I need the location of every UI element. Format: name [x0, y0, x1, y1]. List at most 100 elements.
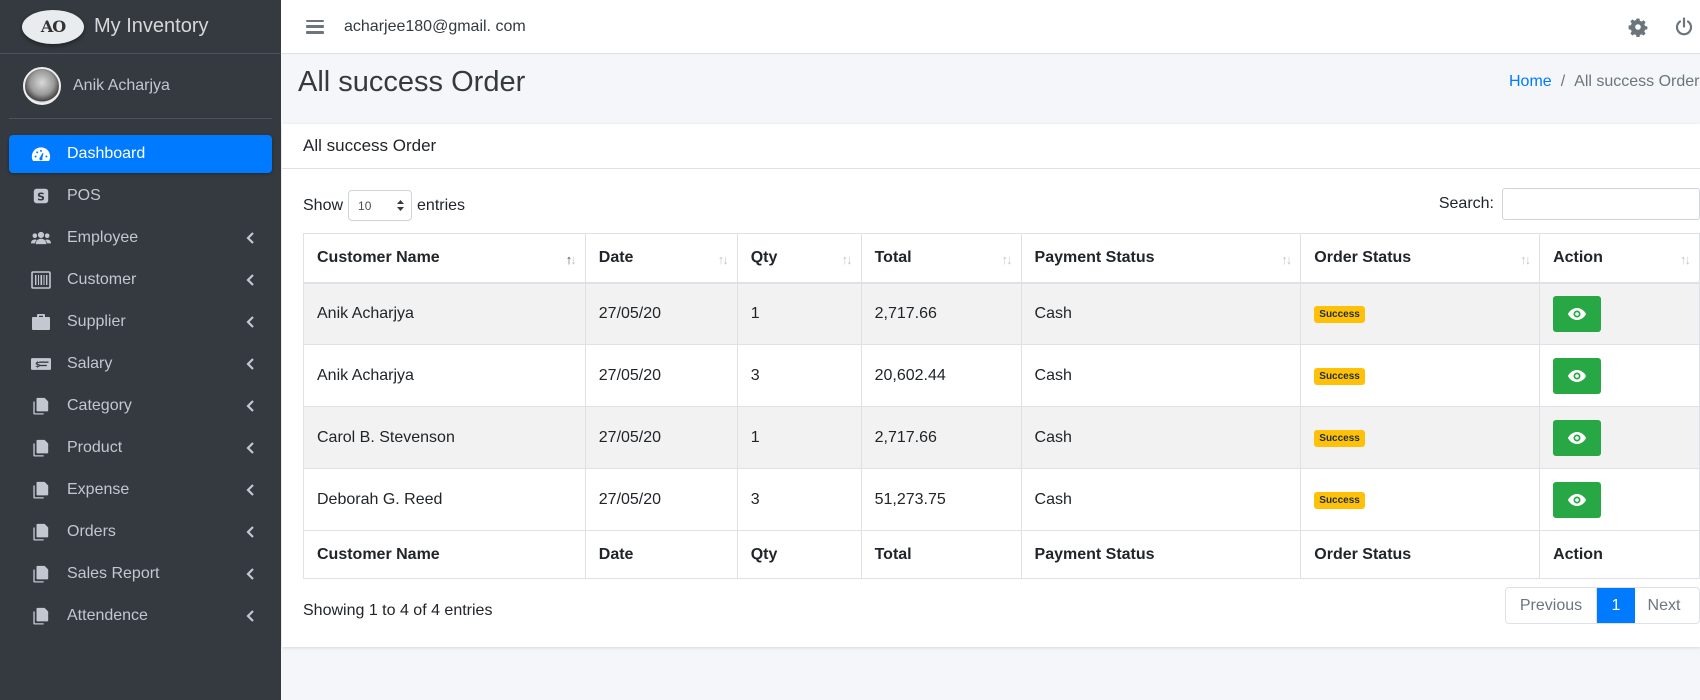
breadcrumb-home-link[interactable]: Home — [1509, 73, 1552, 90]
sidebar-item-expense[interactable]: Expense — [9, 471, 272, 509]
sidebar: AO My Inventory Anik Acharjya Dashboard … — [0, 0, 281, 700]
cell-qty: 3 — [736, 344, 862, 407]
breadcrumb: Home / All success Order — [1509, 73, 1700, 91]
eye-icon — [1568, 431, 1587, 444]
gear-icon[interactable] — [1628, 17, 1648, 38]
chevron-left-icon — [246, 525, 254, 538]
cell-qty: 1 — [736, 406, 862, 469]
sidebar-item-product[interactable]: Product — [9, 429, 272, 467]
sidebar-item-customer[interactable]: Customer — [9, 261, 272, 299]
status-badge: Success — [1314, 368, 1365, 385]
entries-label: entries — [417, 196, 466, 214]
column-label: Customer Name — [317, 248, 440, 266]
column-header-date[interactable]: Date ↑↓ — [584, 233, 738, 284]
previous-button[interactable]: Previous — [1506, 588, 1597, 623]
chevron-left-icon — [246, 483, 254, 496]
sidebar-item-label: Expense — [67, 481, 130, 498]
svg-text:S: S — [37, 191, 45, 204]
cell-total: 2,717.66 — [860, 406, 1022, 469]
search-input[interactable] — [1502, 188, 1700, 220]
sidebar-item-sales-report[interactable]: Sales Report — [9, 555, 272, 593]
cell-date: 27/05/20 — [584, 406, 738, 469]
sidebar-item-label: Salary — [67, 355, 113, 372]
sidebar-item-salary[interactable]: $ Salary — [9, 345, 272, 383]
search-label: Search: — [1438, 195, 1494, 212]
menu-toggle-icon[interactable] — [306, 19, 324, 34]
table-row: Deborah G. Reed 27/05/20 3 51,273.75 Cas… — [303, 468, 1700, 531]
status-badge: Success — [1314, 306, 1365, 324]
cell-customer: Carol B. Stevenson — [303, 406, 586, 469]
status-badge: Success — [1314, 430, 1365, 447]
cell-date: 27/05/20 — [584, 282, 738, 345]
cell-customer: Anik Acharjya — [303, 282, 586, 345]
chevron-left-icon — [246, 567, 254, 580]
column-header-total[interactable]: Total ↑↓ — [860, 233, 1022, 284]
cell-order-status: Success — [1300, 468, 1541, 531]
money-card-icon: $ — [29, 354, 53, 374]
power-icon[interactable] — [1674, 17, 1694, 37]
chevron-left-icon — [246, 273, 254, 286]
pagination: Previous 1 Next — [1505, 587, 1700, 624]
column-header-customer-name[interactable]: Customer Name ↑↓ — [303, 233, 586, 284]
status-badge: Success — [1314, 492, 1365, 509]
show-label: Show — [303, 196, 344, 214]
sidebar-item-pos[interactable]: S POS — [9, 177, 272, 215]
cell-customer: Anik Acharjya — [303, 344, 586, 407]
orders-table: Customer Name ↑↓ Date ↑↓ Qty ↑↓ Total ↑↓ Pay… — [303, 233, 1700, 579]
eye-icon — [1568, 307, 1587, 320]
sidebar-item-employee[interactable]: Employee — [9, 219, 272, 257]
brand-logo: AO — [22, 9, 84, 44]
cell-total: 51,273.75 — [860, 468, 1022, 531]
next-button[interactable]: Next — [1635, 588, 1699, 623]
sort-icon: ↑↓ — [1281, 252, 1292, 267]
page-1-button[interactable]: 1 — [1597, 588, 1635, 623]
cell-action — [1539, 468, 1700, 531]
column-label: Total — [874, 248, 912, 266]
sidebar-item-orders[interactable]: Orders — [9, 513, 272, 551]
column-label: Date — [598, 248, 634, 266]
column-label: Qty — [750, 248, 778, 266]
column-header-action[interactable]: Action ↑↓ — [1539, 233, 1700, 284]
page-length-select[interactable]: 10 — [348, 190, 413, 221]
chevron-left-icon — [246, 231, 254, 244]
copy-icon — [29, 438, 53, 458]
card-title: All success Order — [282, 124, 1700, 169]
column-header-qty[interactable]: Qty ↑↓ — [736, 233, 862, 284]
view-button[interactable] — [1553, 481, 1602, 518]
brand-link[interactable]: AO My Inventory — [0, 0, 281, 54]
svg-text:$: $ — [35, 360, 40, 369]
chevron-left-icon — [246, 315, 254, 328]
chevron-left-icon — [246, 399, 254, 412]
sidebar-item-supplier[interactable]: Supplier — [9, 303, 272, 341]
chevron-left-icon — [246, 441, 254, 454]
footer-header-qty: Qty — [736, 530, 862, 579]
sidebar-item-label: Dashboard — [67, 145, 146, 162]
sort-icon: ↑↓ — [841, 252, 853, 267]
column-header-payment-status[interactable]: Payment Status ↑↓ — [1020, 233, 1302, 284]
table-row: Carol B. Stevenson 27/05/20 1 2,717.66 C… — [303, 406, 1700, 469]
column-header-order-status[interactable]: Order Status ↑↓ — [1300, 233, 1541, 284]
cell-date: 27/05/20 — [584, 468, 738, 531]
eye-icon — [1568, 369, 1587, 382]
sidebar-item-label: Employee — [67, 229, 139, 246]
footer-header-customer-name: Customer Name — [303, 530, 586, 579]
view-button[interactable] — [1553, 419, 1602, 456]
sidebar-item-label: Sales Report — [67, 565, 160, 582]
copy-icon — [29, 396, 53, 416]
avatar — [23, 67, 61, 105]
view-button[interactable] — [1553, 295, 1602, 332]
user-panel[interactable]: Anik Acharjya — [9, 54, 272, 119]
users-icon — [29, 228, 53, 248]
sort-asc-icon: ↑↓ — [565, 252, 577, 267]
sidebar-item-dashboard[interactable]: Dashboard — [9, 135, 272, 173]
pos-icon: S — [29, 186, 53, 206]
sidebar-item-category[interactable]: Category — [9, 387, 272, 425]
copy-icon — [29, 522, 53, 542]
view-button[interactable] — [1553, 357, 1602, 394]
sort-icon: ↑↓ — [1520, 252, 1531, 267]
footer-header-action: Action — [1539, 530, 1700, 579]
chevron-left-icon — [246, 357, 254, 370]
footer-header-payment-status: Payment Status — [1020, 530, 1302, 579]
copy-icon — [29, 606, 53, 626]
sidebar-item-attendence[interactable]: Attendence — [9, 597, 272, 635]
